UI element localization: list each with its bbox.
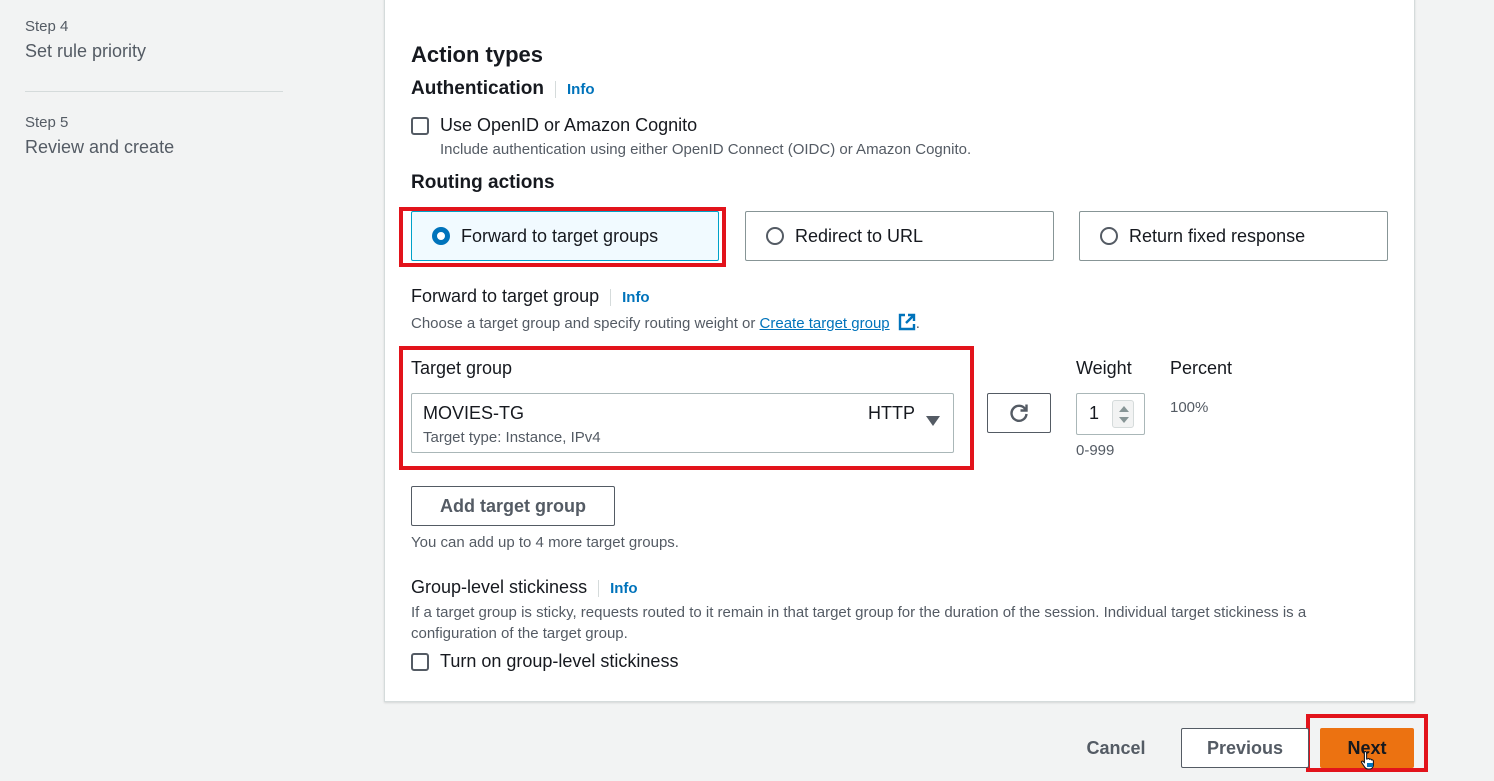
authentication-info-link[interactable]: Info	[555, 81, 595, 98]
create-target-group-link[interactable]: Create target group	[760, 315, 890, 332]
forward-heading: Forward to target group	[411, 286, 600, 306]
percent-value: 100%	[1170, 399, 1209, 416]
stickiness-header: Group-level stickiness Info	[411, 577, 638, 598]
oidc-description: Include authentication using either Open…	[440, 141, 972, 158]
radio-fixed-response[interactable]	[1100, 227, 1118, 245]
weight-input[interactable]: 1	[1076, 393, 1145, 435]
step-divider	[25, 91, 283, 92]
routing-option-label: Return fixed response	[1129, 225, 1306, 246]
stickiness-info-link[interactable]: Info	[598, 580, 638, 597]
radio-forward[interactable]	[432, 227, 450, 245]
stickiness-description: If a target group is sticky, requests ro…	[411, 604, 1307, 642]
routing-actions-heading: Routing actions	[411, 172, 555, 193]
action-types-panel: Action types Authentication Info Use Open…	[384, 0, 1415, 702]
oidc-checkbox-label[interactable]: Use OpenID or Amazon Cognito	[440, 115, 697, 136]
oidc-checkbox[interactable]	[411, 117, 429, 135]
create-target-group-link-text: Create target group	[759, 315, 890, 332]
caret-down-icon	[926, 416, 940, 426]
hand-pointer-icon	[1360, 750, 1374, 770]
target-group-type: Target type: Instance, IPv4	[423, 429, 601, 446]
routing-option-forward[interactable]: Forward to target groups	[411, 211, 719, 261]
authentication-header: Authentication Info	[411, 78, 595, 100]
weight-hint: 0-999	[1076, 442, 1115, 459]
stepper-down-icon[interactable]	[1119, 417, 1129, 423]
authentication-heading: Authentication	[411, 78, 544, 99]
radio-redirect[interactable]	[766, 227, 784, 245]
cancel-button[interactable]: Cancel	[1076, 730, 1156, 766]
external-link-icon	[898, 313, 915, 331]
step-5[interactable]: Step 5 Review and create	[25, 114, 283, 158]
stickiness-checkbox[interactable]	[411, 653, 429, 671]
step-4[interactable]: Step 4 Set rule priority	[25, 18, 283, 62]
routing-option-redirect[interactable]: Redirect to URL	[745, 211, 1054, 261]
forward-info-link[interactable]: Info	[610, 289, 650, 306]
step-number: Step 4	[25, 18, 69, 35]
forward-header: Forward to target group Info	[411, 286, 650, 307]
routing-option-label: Forward to target groups	[461, 225, 659, 246]
weight-stepper[interactable]	[1112, 400, 1134, 428]
target-group-name: MOVIES-TG	[423, 403, 525, 423]
weight-label: Weight	[1076, 358, 1132, 378]
weight-value: 1	[1089, 403, 1100, 423]
stickiness-checkbox-label[interactable]: Turn on group-level stickiness	[440, 651, 678, 672]
step-number: Step 5	[25, 114, 69, 131]
routing-option-label: Redirect to URL	[795, 225, 924, 246]
forward-description-text: Choose a target group and specify routin…	[411, 315, 760, 332]
forward-description: Choose a target group and specify routin…	[411, 313, 920, 332]
percent-label: Percent	[1170, 358, 1233, 378]
target-group-protocol: HTTP	[868, 403, 915, 423]
previous-button[interactable]: Previous	[1181, 728, 1309, 768]
add-target-group-hint: You can add up to 4 more target groups.	[411, 534, 679, 551]
routing-option-fixed-response[interactable]: Return fixed response	[1079, 211, 1388, 261]
stickiness-heading: Group-level stickiness	[411, 577, 588, 597]
target-group-select[interactable]: MOVIES-TG HTTP Target type: Instance, IP…	[411, 393, 954, 453]
step-title: Set rule priority	[25, 41, 147, 61]
stepper-up-icon[interactable]	[1119, 406, 1129, 412]
refresh-target-groups-button[interactable]	[987, 393, 1051, 433]
refresh-icon	[1010, 404, 1028, 422]
step-title: Review and create	[25, 137, 175, 157]
target-group-label: Target group	[411, 358, 513, 378]
add-target-group-button[interactable]: Add target group	[411, 486, 615, 526]
action-types-heading: Action types	[411, 42, 544, 67]
forward-description-suffix: .	[915, 315, 920, 332]
